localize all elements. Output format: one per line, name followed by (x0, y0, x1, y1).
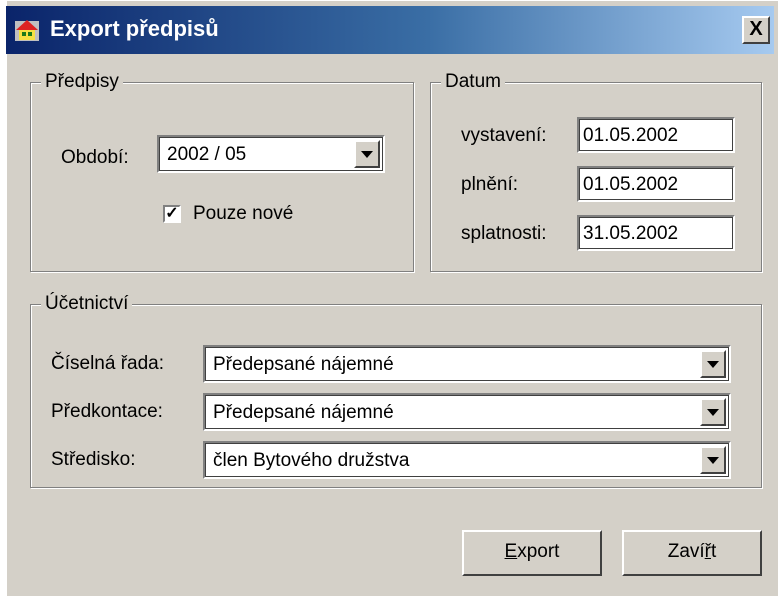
chevron-down-icon[interactable] (354, 140, 380, 168)
obdobi-value: 2002 / 05 (167, 144, 247, 165)
zavrit-label-rest: t (711, 541, 717, 562)
ucetnictvi-legend: Účetnictví (41, 293, 133, 315)
app-icon (15, 20, 39, 41)
datum-group: Datum vystavení: 01.05.2002 plnění: 01.0… (430, 71, 762, 272)
splatnosti-input[interactable]: 31.05.2002 (577, 215, 735, 251)
predpisy-group: Předpisy Období: 2002 / 05 ✓ Pouze nové (30, 71, 414, 272)
datum-legend: Datum (441, 71, 505, 93)
stredisko-label: Středisko: (51, 449, 136, 470)
pouze-nove-checkbox[interactable]: ✓ (163, 205, 181, 223)
stredisko-select[interactable]: člen Bytového družstva (203, 441, 731, 479)
predkontace-select[interactable]: Předepsané nájemné (203, 393, 731, 431)
plneni-value: 01.05.2002 (583, 174, 679, 195)
predkontace-value: Předepsané nájemné (213, 402, 394, 423)
predpisy-legend: Předpisy (41, 71, 123, 93)
chevron-down-icon[interactable] (700, 398, 726, 426)
chevron-down-icon[interactable] (700, 446, 726, 474)
ciselna-rada-select[interactable]: Předepsané nájemné (203, 345, 731, 383)
vystaveni-input[interactable]: 01.05.2002 (577, 117, 735, 153)
export-mnemonic: E (504, 541, 518, 562)
splatnosti-label: splatnosti: (461, 223, 547, 244)
close-button[interactable]: X (742, 16, 770, 44)
stredisko-value: člen Bytového družstva (213, 450, 410, 471)
predkontace-label: Předkontace: (51, 401, 163, 422)
title-bar[interactable]: Export předpisů X (6, 6, 774, 54)
vystaveni-label: vystavení: (461, 125, 547, 146)
window-title: Export předpisů (50, 16, 219, 41)
obdobi-label: Období: (61, 147, 129, 168)
splatnosti-value: 31.05.2002 (583, 223, 679, 244)
ucetnictvi-group: Účetnictví Číselná řada: Předepsané náje… (30, 293, 762, 488)
vystaveni-value: 01.05.2002 (583, 125, 679, 146)
zavrit-label-start: Zaví (667, 541, 705, 562)
pouze-nove-label[interactable]: Pouze nové (193, 203, 293, 225)
chevron-down-icon[interactable] (700, 350, 726, 378)
close-dialog-button[interactable]: Zavířt (622, 530, 762, 576)
plneni-input[interactable]: 01.05.2002 (577, 166, 735, 202)
ciselna-rada-label: Číselná řada: (51, 353, 165, 374)
ciselna-rada-value: Předepsané nájemné (213, 354, 394, 375)
export-button[interactable]: Export (462, 530, 602, 576)
export-label-rest: xport (517, 541, 560, 562)
obdobi-select[interactable]: 2002 / 05 (157, 135, 385, 173)
plneni-label: plnění: (461, 174, 519, 195)
